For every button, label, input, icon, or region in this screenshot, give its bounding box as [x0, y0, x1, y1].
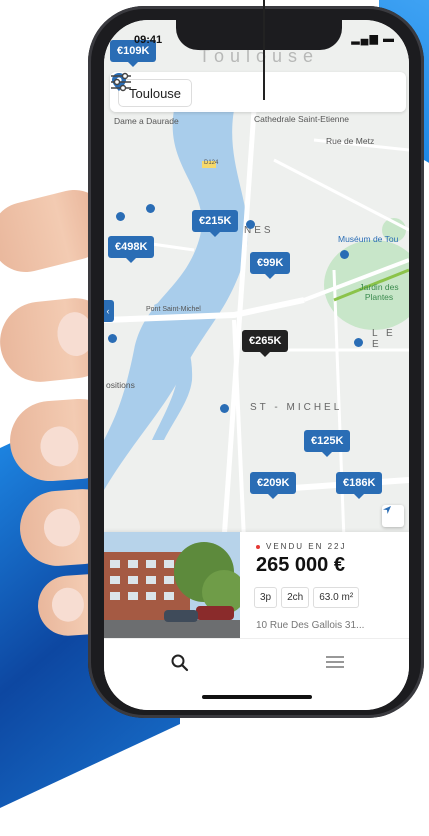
sold-status-text: VENDU EN 22J [266, 542, 347, 551]
status-dot-icon [256, 544, 260, 549]
rooms-chip: 3p [254, 587, 278, 608]
area-chip: 63.0 m² [313, 587, 360, 608]
price-marker[interactable]: €125K [304, 430, 351, 457]
map-label: Dame a Daurade [114, 116, 179, 126]
map-label: Pont Saint-Michel [146, 306, 201, 313]
signal-battery-icon: ▂▄▆ ▬ [351, 33, 395, 45]
status-time: 09:41 [134, 34, 163, 46]
listing-card[interactable]: VENDU EN 22J 265 000 € 3p 2ch 63.0 m² 10… [104, 532, 409, 638]
navigation-arrow-icon[interactable] [382, 505, 404, 527]
listing-dot[interactable] [146, 204, 155, 213]
search-icon[interactable] [170, 653, 190, 673]
map-label: ST - MICHEL [250, 402, 343, 413]
price-marker-selected[interactable]: €265K [242, 330, 289, 357]
annotation-line [263, 0, 265, 100]
listing-photo[interactable] [104, 532, 240, 638]
price-marker[interactable]: €215K [192, 210, 239, 237]
listing-address: 10 Rue Des Gallois 31... [256, 620, 365, 631]
listing-dot[interactable] [354, 338, 363, 347]
listing-dot[interactable] [340, 250, 349, 259]
side-cluster-marker[interactable]: ‹ [104, 300, 114, 322]
sliders-icon[interactable] [110, 72, 132, 92]
listing-dot[interactable] [108, 334, 117, 343]
home-indicator[interactable] [202, 695, 312, 699]
map-label: Rue de Metz [326, 136, 375, 146]
notch [176, 20, 342, 50]
menu-icon[interactable] [326, 655, 344, 669]
listing-price: 265 000 € [256, 554, 345, 576]
bottom-navigation [104, 638, 409, 710]
search-bar: Toulouse [110, 72, 406, 112]
phone-screen: 09:41 ▂▄▆ ▬ Toulouse Toulouse Dame a Dau… [104, 20, 409, 710]
map-label: D124 [204, 160, 219, 166]
sold-status: VENDU EN 22J [256, 542, 346, 551]
price-marker[interactable]: €209K [250, 472, 297, 499]
bedrooms-chip: 2ch [281, 587, 310, 608]
map-label: Jardin des Plantes [359, 282, 399, 302]
map-label: Muséum de Tou [338, 234, 399, 244]
listing-features: 3p 2ch 63.0 m² [254, 587, 360, 608]
listing-dot[interactable] [246, 220, 255, 229]
listing-dot[interactable] [116, 212, 125, 221]
listing-dot[interactable] [220, 404, 229, 413]
price-marker[interactable]: €99K [250, 252, 291, 279]
map-label: Cathedrale Saint-Etienne [254, 114, 349, 124]
map-view[interactable]: Toulouse Toulouse Dame a Daurade Cathedr… [104, 20, 409, 540]
price-marker[interactable]: €498K [108, 236, 155, 263]
price-marker[interactable]: €186K [336, 472, 383, 499]
map-label: ositions [106, 380, 135, 390]
map-label: L E E [372, 328, 396, 350]
